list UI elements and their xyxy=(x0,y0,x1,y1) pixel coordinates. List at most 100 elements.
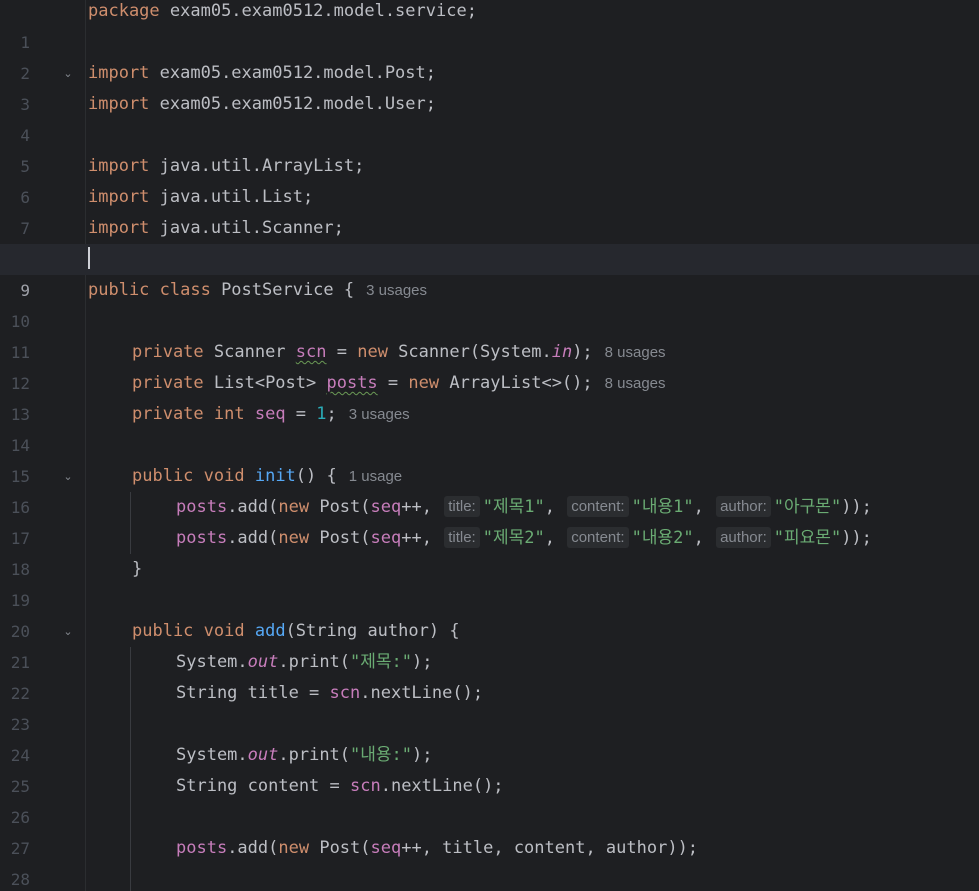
code-text[interactable]: import java.util.ArrayList; xyxy=(88,151,364,182)
code-text[interactable]: posts.add(new Post(seq++, title: "제목2", c… xyxy=(176,523,872,554)
code-line[interactable]: 18 posts.add(new Post(seq++, title: "제목2"… xyxy=(0,523,979,579)
code-line[interactable]: 21 ⌄ public void add(String author) { xyxy=(0,616,979,672)
code-token: exam05.exam0512.model.User; xyxy=(149,94,436,114)
usages-hint[interactable]: 8 usages xyxy=(605,375,666,392)
code-line[interactable]: 11 xyxy=(0,306,979,362)
code-text[interactable]: private List<Post> posts = new ArrayList… xyxy=(132,368,666,399)
code-line[interactable]: 3 ⌄ import exam05.exam0512.model.Post; xyxy=(0,58,979,114)
code-token: , xyxy=(693,497,704,517)
code-token: java.util.Scanner; xyxy=(149,218,344,238)
code-text[interactable] xyxy=(88,244,90,275)
indent-guide xyxy=(130,523,131,554)
code-line[interactable]: 14 private int seq = 1; 3 usages xyxy=(0,399,979,455)
code-token: java.util.ArrayList; xyxy=(149,156,365,176)
chevron-down-icon[interactable]: ⌄ xyxy=(60,616,76,647)
code-token: ArrayList<>(); xyxy=(439,373,593,393)
parameter-hint: content: xyxy=(567,496,629,517)
code-token: , xyxy=(544,528,555,548)
code-token: Scanner(System. xyxy=(387,342,552,362)
code-line[interactable]: 1 package exam05.exam0512.model.service; xyxy=(0,0,979,52)
keyword: public class xyxy=(88,280,211,300)
code-text[interactable]: import exam05.exam0512.model.Post; xyxy=(88,58,436,89)
usages-hint[interactable]: 8 usages xyxy=(605,344,666,361)
current-code-line[interactable]: 9 xyxy=(0,244,979,300)
code-token: .print( xyxy=(278,652,351,672)
code-text[interactable]: package exam05.exam0512.model.service; xyxy=(88,0,477,27)
code-token: Scanner xyxy=(203,342,296,362)
keyword: public void xyxy=(132,621,245,641)
code-line[interactable]: 13 private List<Post> posts = new ArrayL… xyxy=(0,368,979,424)
indent-guide xyxy=(130,492,131,523)
parameter-hint: title: xyxy=(444,496,480,517)
usages-hint[interactable]: 3 usages xyxy=(349,406,410,423)
code-token: exam05.exam0512.model.Post; xyxy=(149,63,436,83)
code-text[interactable]: public void init() {1 usage xyxy=(132,461,402,492)
code-token: .add( xyxy=(227,528,279,548)
code-line[interactable]: 20 xyxy=(0,585,979,641)
code-token: , xyxy=(693,528,704,548)
code-token: exam05.exam0512.model.service; xyxy=(159,1,477,21)
code-text[interactable]: import exam05.exam0512.model.User; xyxy=(88,89,436,120)
field-name: scn xyxy=(329,683,361,703)
code-text[interactable]: posts.add(new Post(seq++, title: "제목1", c… xyxy=(176,492,872,523)
code-line[interactable]: 15 xyxy=(0,430,979,486)
code-text[interactable]: posts.add(new Post(seq++, title, content… xyxy=(176,833,698,864)
code-line[interactable]: 25 System.out.print("내용:"); xyxy=(0,740,979,796)
code-text[interactable]: } xyxy=(132,554,142,585)
code-text[interactable]: import java.util.List; xyxy=(88,182,313,213)
code-editor[interactable]: 1 package exam05.exam0512.model.service;… xyxy=(0,0,979,891)
code-line[interactable]: 10 public class PostService {3 usages xyxy=(0,275,979,331)
chevron-down-icon[interactable]: ⌄ xyxy=(60,58,76,89)
code-line[interactable]: 12 private Scanner scn = new Scanner(Sys… xyxy=(0,337,979,393)
code-text[interactable]: String title = scn.nextLine(); xyxy=(176,678,483,709)
code-line[interactable]: 28 posts.add(new Post(seq++, title, cont… xyxy=(0,833,979,889)
code-line[interactable]: 5 xyxy=(0,120,979,176)
code-token: .nextLine(); xyxy=(380,776,504,796)
parameter-hint: author: xyxy=(716,527,771,548)
code-line[interactable]: 16 ⌄ public void init() {1 usage xyxy=(0,461,979,517)
code-line[interactable]: 24 xyxy=(0,709,979,765)
code-line[interactable]: 27 xyxy=(0,802,979,858)
code-token: } xyxy=(132,559,143,579)
code-token: .print( xyxy=(278,745,351,765)
code-line[interactable]: 8 import java.util.Scanner; xyxy=(0,213,979,269)
code-line[interactable]: 22 System.out.print("제목:"); xyxy=(0,647,979,703)
field-name: seq xyxy=(254,404,286,424)
code-line[interactable]: 26 String content = scn.nextLine(); xyxy=(0,771,979,827)
code-text[interactable]: public void add(String author) { xyxy=(132,616,460,647)
string-literal: "내용2" xyxy=(631,528,694,548)
code-text[interactable]: import java.util.Scanner; xyxy=(88,213,344,244)
code-line[interactable]: 17 posts.add(new Post(seq++, title: "제목1"… xyxy=(0,492,979,548)
chevron-down-icon[interactable]: ⌄ xyxy=(60,461,76,492)
keyword: private xyxy=(132,342,204,362)
code-token: ; xyxy=(326,404,337,424)
code-token: String content = xyxy=(176,776,350,796)
code-token: String title = xyxy=(176,683,330,703)
code-text[interactable]: System.out.print("제목:"); xyxy=(176,647,433,678)
code-line[interactable]: 4 import exam05.exam0512.model.User; xyxy=(0,89,979,145)
code-token: ); xyxy=(412,745,433,765)
keyword: import xyxy=(88,218,150,238)
field-name: scn xyxy=(350,776,381,796)
usages-hint[interactable]: 1 usage xyxy=(349,468,402,485)
code-text[interactable]: private int seq = 1; 3 usages xyxy=(132,399,410,430)
indent-guide xyxy=(130,647,131,678)
code-text[interactable]: private Scanner scn = new Scanner(System… xyxy=(132,337,666,368)
code-line[interactable]: 6 import java.util.ArrayList; xyxy=(0,151,979,207)
usages-hint[interactable]: 3 usages xyxy=(366,282,427,299)
code-line[interactable]: 29 xyxy=(0,864,979,891)
string-literal: "제목2" xyxy=(482,528,545,548)
parameter-hint: title: xyxy=(444,527,480,548)
code-text[interactable]: System.out.print("내용:"); xyxy=(176,740,433,771)
code-text[interactable]: String content = scn.nextLine(); xyxy=(176,771,504,802)
code-text[interactable]: public class PostService {3 usages xyxy=(88,275,427,306)
indent-guide xyxy=(130,864,131,891)
code-line[interactable]: 19 } xyxy=(0,554,979,610)
code-line[interactable]: 2 xyxy=(0,27,979,83)
code-line[interactable]: 7 import java.util.List; xyxy=(0,182,979,238)
code-token: List<Post> xyxy=(203,373,327,393)
string-literal: "내용1" xyxy=(631,497,694,517)
code-line[interactable]: 23 String title = scn.nextLine(); xyxy=(0,678,979,734)
code-token: .add( xyxy=(227,838,279,858)
keyword: new xyxy=(278,528,310,548)
